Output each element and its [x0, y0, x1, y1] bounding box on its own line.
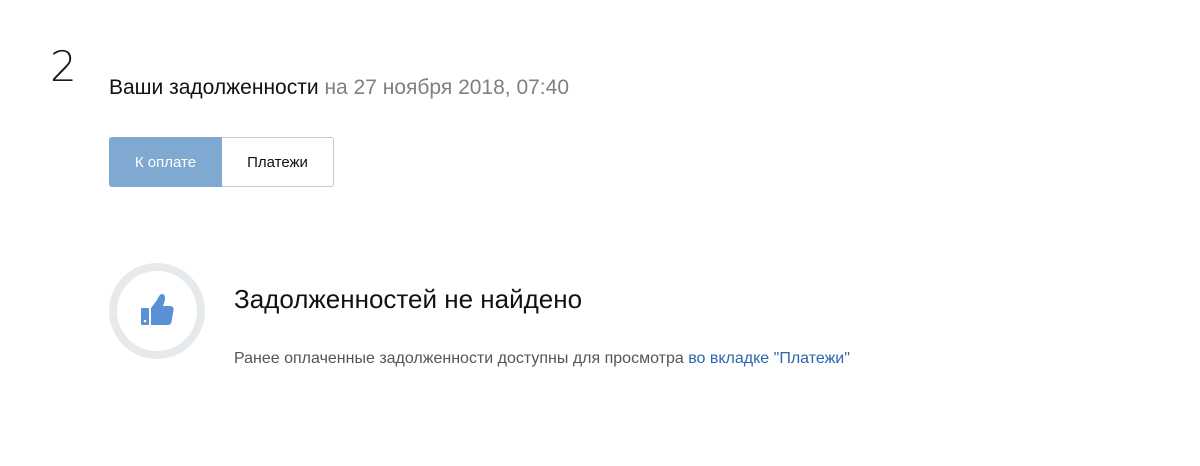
tab-to-pay[interactable]: К оплате [109, 137, 222, 187]
empty-state-title: Задолженностей не найдено [234, 284, 583, 314]
empty-state-text: Ранее оплаченные задолженности доступны … [234, 350, 689, 367]
tab-payments[interactable]: Платежи [222, 137, 334, 187]
debts-date: на 27 ноября 2018, 07:40 [324, 76, 570, 99]
page-title: Ваши задолженности [109, 76, 319, 99]
thumbs-up-icon [141, 294, 174, 325]
status-circle [109, 263, 205, 359]
empty-state-description: Ранее оплаченные задолженности доступны … [234, 349, 850, 369]
tabs: К оплате Платежи [109, 137, 334, 187]
payments-tab-link[interactable]: во вкладке "Платежи" [688, 350, 850, 367]
page-heading: Ваши задолженности на 27 ноября 2018, 07… [109, 76, 569, 100]
step-number: 2 [50, 42, 77, 91]
